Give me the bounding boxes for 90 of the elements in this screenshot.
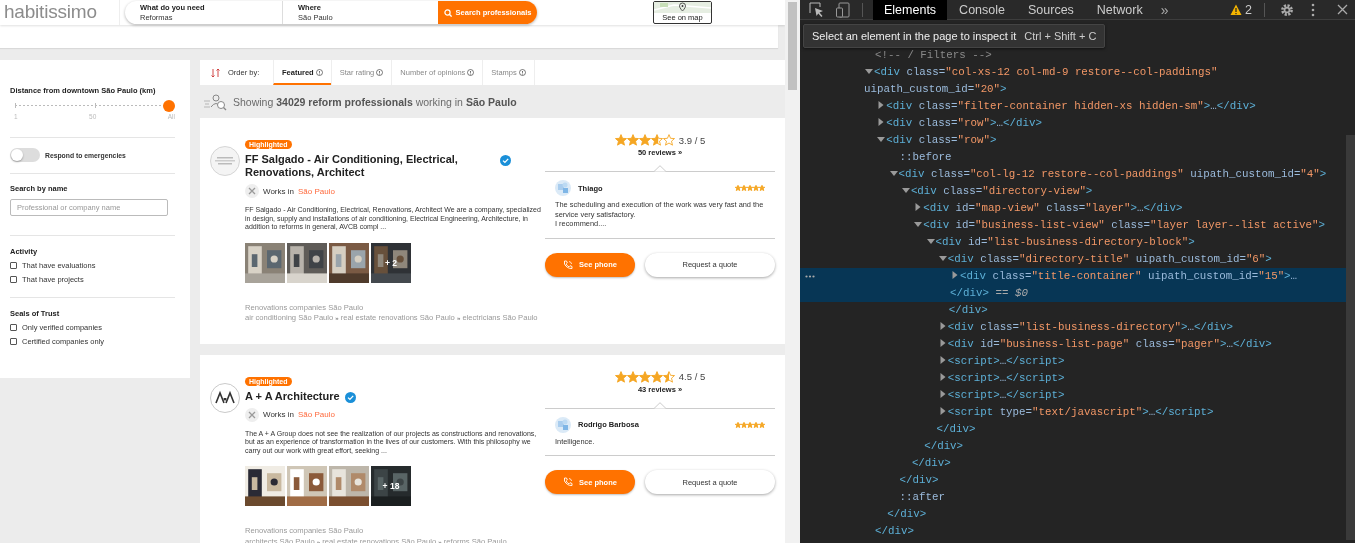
tree-item[interactable]: <div id="business-list-view" class="layer layer--list active">	[923, 219, 1325, 231]
info-icon[interactable]	[376, 69, 384, 76]
more-photos-label[interactable]: + 2	[371, 242, 411, 283]
tree-item-continuation[interactable]: uipath_custom_id="20">	[864, 83, 1007, 95]
works-in-label: Works in	[263, 410, 294, 419]
closing-tag: </div>	[800, 421, 1346, 438]
checkbox[interactable]	[10, 276, 17, 283]
star-icon	[638, 370, 651, 383]
rating-value: 3.9 / 5	[678, 134, 706, 146]
sort-icon	[211, 67, 220, 78]
caret-icon[interactable]	[876, 135, 887, 143]
search-icon	[443, 8, 452, 17]
checkbox[interactable]	[10, 338, 17, 345]
results-summary: Showing 34029 reform professionals working in São Paulo	[233, 95, 517, 108]
tree-item[interactable]: <script>…</script>	[947, 372, 1065, 384]
closing-tag: </div>	[800, 438, 1346, 455]
tree-item[interactable]: <div class="col-xs-12 col-md-9 restore--col-paddings"	[874, 66, 1218, 78]
settings-icon[interactable]	[1280, 2, 1294, 17]
inspect-icon[interactable]	[809, 2, 824, 17]
checkbox[interactable]	[10, 324, 17, 331]
caret-icon[interactable]	[888, 169, 899, 177]
tree-item[interactable]: ::after	[899, 491, 945, 503]
devtools-tab[interactable]: Sources	[1017, 0, 1085, 20]
toggle-switch[interactable]	[10, 148, 40, 162]
avatar-icon	[555, 180, 571, 196]
works-in-label: Works in	[263, 186, 294, 196]
star-icon	[662, 134, 675, 146]
search-people-icon	[204, 92, 227, 111]
tree-item[interactable]: <div class="filter-container hidden-xs hidden-sm">…</div>	[886, 100, 1256, 112]
tree-item[interactable]: ::before	[899, 151, 952, 163]
warnings-button[interactable]: 2	[1230, 2, 1265, 17]
tree-item[interactable]: <div id="list-business-directory-block">	[935, 236, 1195, 248]
more-tabs-button[interactable]: »	[1154, 0, 1175, 20]
star-icon	[626, 134, 639, 146]
tree-item[interactable]: <div id="map-view" class="layer">…</div>	[923, 202, 1183, 214]
tree-item[interactable]: <div class="list-business-directory">…</div>	[947, 321, 1233, 333]
console-reference: == $0	[995, 287, 1028, 299]
company-name[interactable]: FF Salgado - Air Conditioning, Electrical, Renovations, Architect	[245, 153, 495, 179]
tree-item[interactable]: <div class="directory-view">	[910, 185, 1093, 197]
company-name[interactable]: A + A Architecture	[245, 389, 340, 403]
devtools-tab[interactable]: Console	[948, 0, 1016, 20]
tooltip-text: Select an element in the page to inspect it	[812, 30, 1017, 42]
warning-icon	[1230, 3, 1243, 16]
phone-icon	[563, 259, 574, 270]
more-photos-label[interactable]: + 18	[371, 466, 411, 506]
avatar-icon	[555, 416, 571, 433]
closing-tag: </div>	[800, 302, 1346, 319]
slider-thumb[interactable]	[163, 100, 175, 112]
keyboard-shortcut: Ctrl + Shift + C	[1024, 30, 1097, 42]
menu-icon[interactable]	[1311, 2, 1315, 17]
star-icon	[662, 370, 675, 383]
tree-item-continuation[interactable]: </div>	[950, 287, 989, 299]
tree-item[interactable]: <!-- / Filters -->	[875, 49, 992, 61]
star-icon	[614, 134, 627, 146]
closing-tag: </div>	[800, 506, 1346, 523]
tree-item[interactable]: <div class="col-lg-12 restore--col-paddings" uipath_custom_id="4">	[898, 168, 1327, 180]
caret-icon[interactable]	[925, 237, 936, 245]
scrollbar-thumb[interactable]	[788, 2, 797, 90]
closing-tag: </div>	[800, 472, 1346, 489]
star-icon	[614, 370, 627, 383]
tree-item[interactable]: <div class="directory-title" uipath_custom_id="6">	[947, 253, 1272, 265]
caret-icon[interactable]	[864, 67, 874, 75]
star-icon	[638, 134, 651, 146]
scrollbar-thumb[interactable]	[1346, 135, 1355, 540]
caret-icon[interactable]	[937, 254, 948, 262]
tree-item[interactable]: <div class="row">	[886, 134, 997, 146]
tree-item[interactable]: <script>…</script>	[947, 389, 1065, 401]
tree-item[interactable]: <div class="row">…</div>	[886, 117, 1042, 129]
info-icon[interactable]	[518, 69, 526, 76]
more-icon[interactable]	[805, 275, 815, 278]
close-icon[interactable]	[1337, 4, 1348, 15]
devtools-tab[interactable]: Network	[1085, 0, 1154, 20]
device-icon[interactable]	[836, 1, 850, 18]
closing-tag: </div>	[800, 523, 1346, 540]
info-icon[interactable]	[315, 69, 323, 76]
tree-item[interactable]: <script type="text/javascript">…</script>	[947, 406, 1214, 418]
caret-icon[interactable]	[900, 186, 911, 194]
closing-tag: </div>	[800, 455, 1346, 472]
tree-item[interactable]: <script>…</script>	[947, 355, 1065, 367]
caret-icon[interactable]	[913, 220, 924, 228]
star-icon	[650, 134, 663, 146]
rating-value: 4.5 / 5	[678, 371, 706, 382]
checkbox[interactable]	[10, 262, 17, 269]
star-icon	[626, 370, 639, 383]
phone-icon	[563, 477, 574, 487]
devtools-tab[interactable]: Elements	[873, 0, 948, 20]
star-icon	[650, 370, 663, 383]
tree-item[interactable]: <div class="title-container" uipath_custom_id="15">…	[960, 270, 1298, 282]
info-icon[interactable]	[467, 69, 475, 76]
tree-item[interactable]: <div id="business-list-page" class="pager">…</div>	[947, 338, 1272, 350]
